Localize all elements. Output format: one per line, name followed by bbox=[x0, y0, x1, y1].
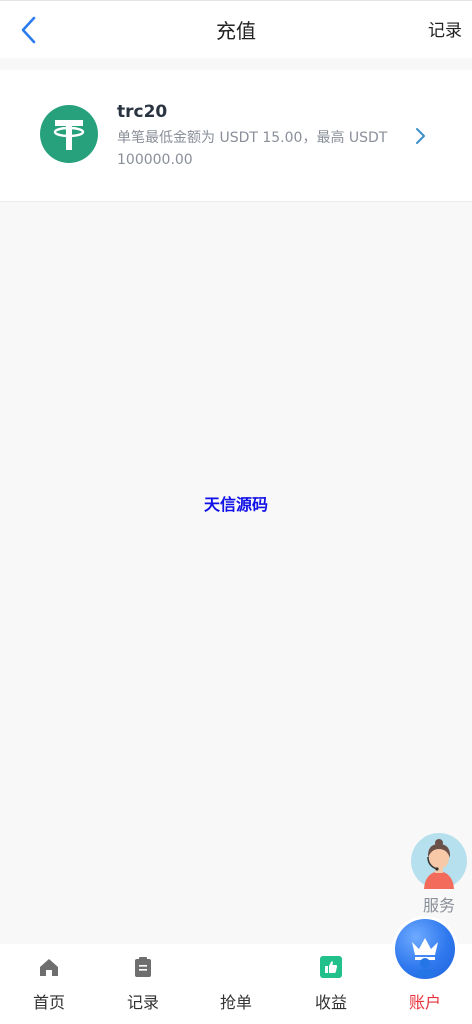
tab-grab-order-label: 抢单 bbox=[219, 993, 252, 1012]
payment-method-trc20[interactable]: trc20 单笔最低金额为 USDT 15.00，最高 USDT 100000.… bbox=[0, 70, 472, 202]
payment-limit-description: 单笔最低金额为 USDT 15.00，最高 USDT 100000.00 bbox=[117, 130, 388, 168]
bottom-tab-bar: 首页 记录 抢单 收益 账户 bbox=[0, 919, 472, 1024]
tab-grab-order[interactable]: 抢单 bbox=[189, 919, 455, 1024]
tab-earnings[interactable]: 收益 bbox=[284, 944, 378, 1024]
home-icon bbox=[40, 959, 58, 976]
tab-earnings-label: 收益 bbox=[314, 993, 347, 1012]
tab-account[interactable]: 账户 bbox=[378, 944, 472, 1024]
records-link[interactable]: 记录 bbox=[428, 19, 462, 43]
payment-method-name: trc20 bbox=[117, 102, 168, 122]
customer-service-button[interactable]: 服务 bbox=[410, 833, 468, 919]
usdt-tether-icon bbox=[40, 105, 98, 163]
thumbs-up-icon bbox=[320, 956, 342, 978]
watermark-text: 天信源码 bbox=[203, 495, 268, 514]
page-title: 充值 bbox=[216, 19, 256, 43]
user-icon bbox=[416, 958, 434, 977]
clipboard-icon bbox=[135, 957, 151, 977]
customer-service-label: 服务 bbox=[422, 896, 455, 915]
tab-home-label: 首页 bbox=[32, 993, 65, 1012]
tab-records-label: 记录 bbox=[126, 993, 159, 1012]
top-nav-bar: 充值 记录 bbox=[0, 0, 472, 58]
tab-account-label: 账户 bbox=[408, 993, 441, 1012]
tab-records[interactable]: 记录 bbox=[96, 944, 190, 1024]
customer-service-avatar-icon bbox=[411, 833, 467, 889]
tab-home[interactable]: 首页 bbox=[2, 944, 96, 1024]
chevron-right-icon bbox=[416, 128, 425, 144]
